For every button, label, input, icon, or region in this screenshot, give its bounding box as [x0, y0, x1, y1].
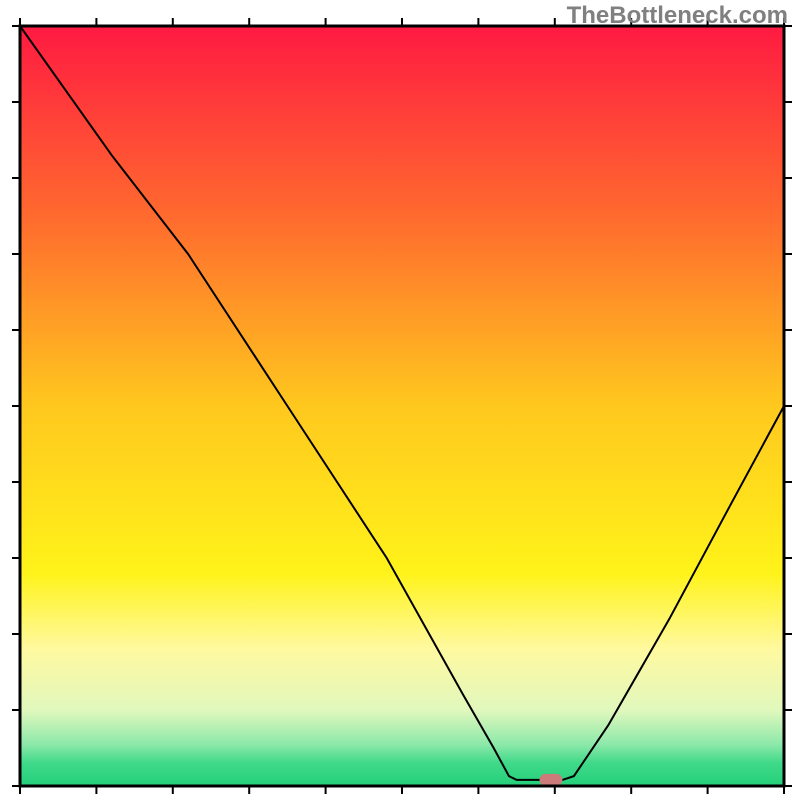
chart-background — [20, 26, 784, 786]
watermark-text: TheBottleneck.com — [567, 2, 788, 30]
chart-container: TheBottleneck.com — [0, 0, 800, 800]
marker-pill — [540, 774, 563, 786]
bottleneck-chart — [0, 0, 800, 800]
